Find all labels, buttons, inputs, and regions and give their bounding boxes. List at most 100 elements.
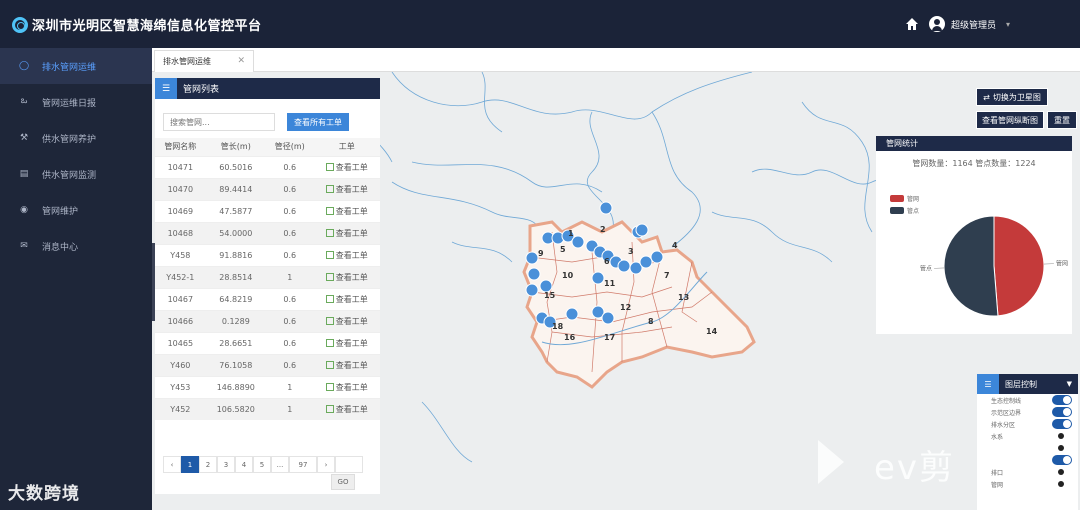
column-header: 管径(m) [266, 138, 314, 156]
user-name[interactable]: 超级管理员 [951, 18, 996, 31]
page-ellipsis: ... [271, 456, 289, 473]
panel-header: ☰ 管网列表 [155, 78, 380, 99]
layer-toggle-switch[interactable] [1052, 455, 1072, 465]
layer-control-header[interactable]: ☰ 图层控制 ▼ [977, 374, 1078, 394]
table-row[interactable]: 10467 64.8219 0.6 查看工单 [155, 287, 380, 310]
search-input[interactable] [163, 113, 275, 131]
view-ticket-label: 查看工单 [335, 382, 368, 392]
district-label: 3 [628, 247, 634, 256]
table-row[interactable]: 10465 28.6651 0.6 查看工单 [155, 331, 380, 354]
layer-toggle-row[interactable]: 水系 [977, 430, 1078, 442]
view-ticket-link[interactable]: 查看工单 [313, 331, 380, 354]
pipe-list-panel: ☰ 管网列表 查看所有工单 管网名称 管长(m) 管径(m) 工单 104716… [155, 78, 380, 494]
prev-page-button[interactable]: ‹ [163, 456, 181, 473]
layer-control-panel: ☰ 图层控制 ▼ 生态控制线示范区边界 排水分区 水系排口 管网 [977, 374, 1078, 510]
table-row[interactable]: Y458 91.8816 0.6 查看工单 [155, 243, 380, 266]
user-avatar-icon[interactable] [928, 16, 945, 32]
switch-satellite-button[interactable]: ⇄ 切换为卫星图 [976, 88, 1048, 106]
chevron-down-icon[interactable]: ▼ [1067, 380, 1072, 388]
table-row[interactable]: Y460 76.1058 0.6 查看工单 [155, 353, 380, 376]
page-button[interactable]: 2 [199, 456, 217, 473]
view-all-tickets-button[interactable]: 查看所有工单 [287, 113, 349, 131]
table-row[interactable]: 10468 54.0000 0.6 查看工单 [155, 221, 380, 244]
view-ticket-link[interactable]: 查看工单 [313, 353, 380, 376]
view-ticket-link[interactable]: 查看工单 [313, 287, 380, 310]
tab-drainage-ops[interactable]: 排水管网运维 ✕ [154, 50, 254, 72]
table-cell: 76.1058 [205, 353, 266, 376]
layer-toggle-switch[interactable] [1052, 395, 1072, 405]
pie-slice[interactable] [943, 215, 999, 317]
table-cell: 0.6 [266, 221, 314, 244]
sidebar-item-supply-monitor[interactable]: ▤ 供水管网监测 [0, 156, 152, 192]
layer-toggle-switch[interactable] [1052, 407, 1072, 417]
page-button[interactable]: 97 [289, 456, 317, 473]
user-icon: ◯ [18, 61, 30, 71]
layer-toggle-switch[interactable] [1058, 469, 1064, 475]
layer-toggle-switch[interactable] [1058, 445, 1064, 451]
view-ticket-link[interactable]: 查看工单 [313, 375, 380, 398]
view-ticket-link[interactable]: 查看工单 [313, 199, 380, 222]
layer-toggle-row[interactable] [977, 454, 1078, 466]
layer-toggle-switch[interactable] [1052, 419, 1072, 429]
table-cell: Y458 [155, 243, 206, 266]
table-header-row: 管网名称 管长(m) 管径(m) 工单 [155, 138, 380, 156]
table-row[interactable]: Y452 106.5820 1 查看工单 [155, 397, 380, 420]
view-ticket-link[interactable]: 查看工单 [313, 155, 380, 178]
layer-toggle-row[interactable]: 排水分区 [977, 418, 1078, 430]
go-button[interactable]: GO [331, 474, 355, 490]
view-ticket-link[interactable]: 查看工单 [313, 309, 380, 332]
table-row[interactable]: 10466 0.1289 0.6 查看工单 [155, 309, 380, 332]
chevron-down-icon[interactable]: ▾ [1006, 20, 1010, 29]
layer-toggle-switch[interactable] [1058, 481, 1064, 487]
sidebar-item-network-maintenance[interactable]: ◉ 管网维护 [0, 192, 152, 228]
sidebar-item-supply-maintenance[interactable]: ⚒ 供水管网养护 [0, 120, 152, 156]
ticket-icon [325, 184, 334, 193]
page-button[interactable]: 1 [181, 456, 199, 473]
panel-title: 管网列表 [183, 85, 220, 95]
table-cell: 0.6 [266, 243, 314, 266]
column-header: 管长(m) [205, 138, 266, 156]
view-ticket-label: 查看工单 [335, 294, 368, 304]
layer-toggle-row[interactable]: 示范区边界 [977, 406, 1078, 418]
layer-toggle-row[interactable]: 管网 [977, 478, 1078, 490]
table-row[interactable]: 10470 89.4414 0.6 查看工单 [155, 177, 380, 200]
sidebar-item-daily-report[interactable]: ఒ 管网运维日报 [0, 84, 152, 120]
ticket-icon [325, 382, 334, 391]
page-button[interactable]: 5 [253, 456, 271, 473]
view-ticket-link[interactable]: 查看工单 [313, 397, 380, 420]
page-button[interactable]: 3 [217, 456, 235, 473]
view-ticket-link[interactable]: 查看工单 [313, 265, 380, 288]
view-ticket-link[interactable]: 查看工单 [313, 243, 380, 266]
tool-icon: ⚒ [19, 133, 29, 143]
table-row[interactable]: 10469 47.5877 0.6 查看工单 [155, 199, 380, 222]
table-row[interactable]: Y452-1 28.8514 1 查看工单 [155, 265, 380, 288]
table-cell: 1 [266, 397, 314, 420]
sidebar-item-messages[interactable]: ✉ 消息中心 [0, 228, 152, 264]
view-ticket-link[interactable]: 查看工单 [313, 221, 380, 244]
home-icon[interactable] [905, 17, 919, 31]
layer-toggle-row[interactable] [977, 442, 1078, 454]
table-row[interactable]: 10471 60.5016 0.6 查看工单 [155, 155, 380, 178]
table-cell: 0.6 [266, 331, 314, 354]
layer-toggle-row[interactable]: 排口 [977, 466, 1078, 478]
top-header: 深圳市光明区智慧海绵信息化管控平台 超级管理员 ▾ [0, 0, 1080, 48]
table-cell: 89.4414 [205, 177, 266, 200]
layer-toggle-switch[interactable] [1058, 433, 1064, 439]
district-label: 14 [706, 327, 718, 336]
pie-slice[interactable] [993, 215, 1045, 317]
layer-label: 示范区边界 [991, 409, 1022, 417]
table-cell: Y460 [155, 353, 206, 376]
district-label: 7 [664, 271, 670, 280]
page-jump-input[interactable] [335, 456, 363, 473]
next-page-button[interactable]: › [317, 456, 335, 473]
sidebar-item-drainage-ops[interactable]: ◯ 排水管网运维 [0, 48, 152, 84]
ticket-icon [325, 316, 334, 325]
view-ticket-link[interactable]: 查看工单 [313, 177, 380, 200]
table-row[interactable]: Y453 146.8890 1 查看工单 [155, 375, 380, 398]
view-profile-button[interactable]: 查看管网纵断图 [976, 111, 1044, 129]
layer-toggle-row[interactable]: 生态控制线 [977, 394, 1078, 406]
reset-button[interactable]: 重置 [1047, 111, 1077, 129]
page-button[interactable]: 4 [235, 456, 253, 473]
table-cell: 10466 [155, 309, 206, 332]
close-icon[interactable]: ✕ [237, 56, 245, 66]
